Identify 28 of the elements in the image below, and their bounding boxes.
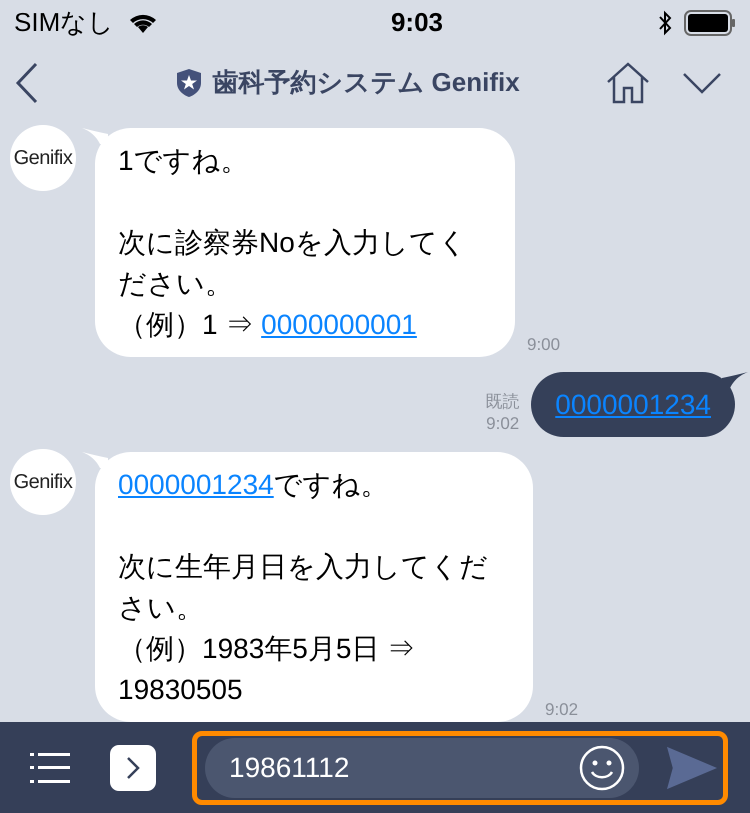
message-text: （例）1 ⇒ 0000000001 [118, 308, 418, 342]
home-icon[interactable] [606, 62, 650, 104]
message-time: 9:00 [527, 334, 560, 356]
message-time: 9:02 [486, 413, 520, 435]
chevron-right-icon [126, 756, 140, 780]
back-icon[interactable] [14, 62, 40, 104]
link[interactable]: 0000001234 [118, 469, 274, 500]
shield-star-icon [176, 68, 202, 98]
avatar[interactable]: Genifix [10, 125, 76, 191]
carrier-label: SIMなし [14, 6, 114, 39]
message-text: 次に生年月日を入力してください。 [118, 550, 489, 625]
emoji-icon[interactable] [579, 744, 625, 790]
message-text: 0000001234ですね。 [118, 468, 390, 502]
message-field[interactable]: 19861112 [205, 738, 639, 798]
read-receipt: 既読 [485, 391, 520, 413]
clock-label: 9:03 [390, 6, 443, 39]
message-text: 1ですね。 [118, 144, 250, 178]
avatar[interactable]: Genifix [10, 449, 76, 515]
message-text: 次に診察券Noを入力してください。 [118, 226, 468, 301]
battery-icon [684, 10, 736, 36]
menu-icon[interactable] [30, 752, 70, 784]
link[interactable]: 0000000001 [261, 309, 417, 340]
expand-button[interactable] [110, 744, 156, 790]
chevron-down-icon[interactable] [682, 70, 722, 94]
bluetooth-icon [658, 10, 672, 36]
message-time: 9:02 [545, 698, 578, 720]
message-text: （例）1983年5月5日 ⇒ 19830505 [118, 632, 416, 707]
chat-title: 歯科予約システム Genifix [212, 66, 520, 99]
